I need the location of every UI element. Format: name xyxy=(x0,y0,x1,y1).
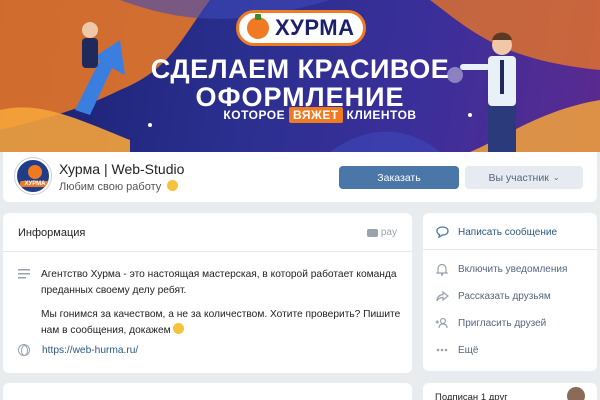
vk-logo-icon xyxy=(366,228,378,237)
brand-logo-pill: ХУРМА xyxy=(236,10,366,46)
description-lines-icon xyxy=(18,269,30,279)
vk-pay-link[interactable]: pay xyxy=(366,227,397,238)
friends-card: Подписан 1 друг xyxy=(423,383,597,400)
website-row: https://web-hurma.ru/ xyxy=(18,344,138,356)
banner-headline-3: КОТОРОЕ ВЯЖЕТ КЛИЕНТОВ xyxy=(200,107,440,123)
website-link[interactable]: https://web-hurma.ru/ xyxy=(42,345,138,356)
friend-avatar[interactable] xyxy=(567,387,585,400)
bell-icon xyxy=(435,262,449,276)
divider xyxy=(3,251,412,252)
description-paragraph-2-text: Мы гонимся за качеством, а не за количес… xyxy=(41,309,401,336)
group-name: Хурма | Web-Studio xyxy=(59,161,185,177)
persimmon-logo-icon xyxy=(247,14,269,39)
message-bubble-icon xyxy=(435,225,449,239)
vk-pay-label: pay xyxy=(380,227,397,238)
group-header: ХУРМА Хурма | Web-Studio Любим свою рабо… xyxy=(3,152,597,202)
member-button-label: Вы участник xyxy=(488,171,549,184)
invite-friends-label: Пригласить друзей xyxy=(458,317,547,329)
description-paragraph-2: Мы гонимся за качеством, а не за количес… xyxy=(41,307,401,339)
info-title: Информация xyxy=(18,227,86,239)
divider xyxy=(423,249,597,250)
banner-headline-3-post: КЛИЕНТОВ xyxy=(346,108,417,122)
write-message-label: Написать сообщение xyxy=(458,226,558,238)
banner-headline-1: СДЕЛАЕМ КРАСИВОЕ xyxy=(150,54,450,84)
smile-emoji-icon xyxy=(167,180,179,191)
info-card: Информация pay Агентство Хурма - это нас… xyxy=(3,213,412,373)
friends-subscribed-label: Подписан 1 друг xyxy=(435,392,508,400)
smile-emoji-icon xyxy=(172,323,184,334)
group-description: Агентство Хурма - это настоящая мастерск… xyxy=(41,267,401,347)
group-avatar[interactable]: ХУРМА xyxy=(15,158,51,194)
persimmon-avatar-icon xyxy=(28,165,42,179)
tell-friends-label: Рассказать друзьям xyxy=(458,290,551,302)
enable-notifications-label: Включить уведомления xyxy=(458,263,568,275)
group-status-text: Любим свою работу xyxy=(59,181,162,193)
write-message-action[interactable]: Написать сообщение xyxy=(435,225,557,239)
member-dropdown-button[interactable]: Вы участник ⌄ xyxy=(465,166,583,189)
tell-friends-action[interactable]: Рассказать друзьям xyxy=(435,289,551,303)
wall-card xyxy=(3,383,412,400)
banner-headline-3-accent: ВЯЖЕТ xyxy=(288,107,343,123)
more-dots-icon xyxy=(435,343,449,357)
globe-icon xyxy=(18,344,30,356)
invite-friends-action[interactable]: Пригласить друзей xyxy=(435,316,546,330)
chevron-down-icon: ⌄ xyxy=(552,173,560,182)
add-user-icon xyxy=(435,316,449,330)
banner-headline-3-pre: КОТОРОЕ xyxy=(223,108,286,122)
description-paragraph-1: Агентство Хурма - это настоящая мастерск… xyxy=(41,269,397,296)
more-action[interactable]: Ещё xyxy=(435,343,478,357)
actions-menu: Написать сообщение Включить уведомления … xyxy=(423,213,597,371)
enable-notifications-action[interactable]: Включить уведомления xyxy=(435,262,567,276)
avatar-label: ХУРМА xyxy=(20,181,49,187)
order-button[interactable]: Заказать xyxy=(339,166,459,189)
cover-banner: ХУРМА СДЕЛАЕМ КРАСИВОЕ ОФОРМЛЕНИЕ КОТОРО… xyxy=(0,0,600,152)
group-status: Любим свою работу xyxy=(59,180,179,193)
share-arrow-icon xyxy=(435,289,449,303)
more-label: Ещё xyxy=(458,344,479,356)
brand-name: ХУРМА xyxy=(275,15,355,40)
